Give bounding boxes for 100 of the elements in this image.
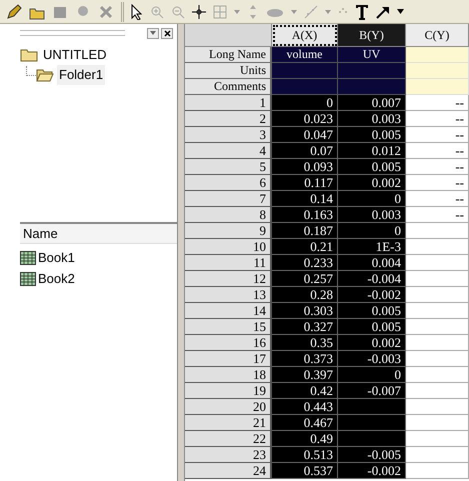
table-cell: [338, 431, 406, 447]
row-number: 16: [185, 335, 272, 351]
table-cell: [406, 351, 469, 367]
folder-icon: [36, 68, 54, 82]
row-number: 14: [185, 303, 272, 319]
table-cell: 0.005: [338, 159, 406, 175]
table-cell: 0.002: [338, 175, 406, 191]
crosshair-icon[interactable]: [192, 4, 206, 18]
row-number: 12: [185, 271, 272, 287]
row-number: 2: [185, 111, 272, 127]
arrow-tool-icon[interactable]: [376, 4, 390, 18]
table-cell: [406, 367, 469, 383]
table-cell: [338, 79, 406, 95]
zoom-out-icon[interactable]: [171, 4, 185, 18]
table-cell: 0.467: [272, 415, 338, 431]
table-cell: --: [406, 111, 469, 127]
table-cell: 0.002: [338, 335, 406, 351]
row-number: 11: [185, 255, 272, 271]
file-item[interactable]: Book2: [38, 268, 75, 288]
pointer-icon[interactable]: [131, 4, 143, 20]
table-cell: 0.233: [272, 255, 338, 271]
table-cell: 0.49: [272, 431, 338, 447]
table-cell: 0.513: [272, 447, 338, 463]
table-cell: 1E-3: [338, 239, 406, 255]
column-header[interactable]: A(X): [272, 24, 338, 47]
table-cell: [406, 271, 469, 287]
row-number: 7: [185, 191, 272, 207]
table-cell: --: [406, 159, 469, 175]
table-cell: 0.093: [272, 159, 338, 175]
row-label: Units: [185, 63, 272, 79]
table-cell: [272, 63, 338, 79]
table-cell: 0.257: [272, 271, 338, 287]
table-cell: --: [406, 127, 469, 143]
tree-item[interactable]: UNTITLED: [41, 45, 109, 65]
row-number: 20: [185, 399, 272, 415]
row-number: 10: [185, 239, 272, 255]
table-cell: [406, 335, 469, 351]
row-number: 8: [185, 207, 272, 223]
row-number: 17: [185, 351, 272, 367]
column-header[interactable]: C(Y): [406, 24, 469, 47]
table-cell: [338, 63, 406, 79]
table-cell: 0: [338, 191, 406, 207]
table-cell: 0.005: [338, 303, 406, 319]
column-header[interactable]: B(Y): [338, 24, 406, 47]
row-number: 1: [185, 95, 272, 111]
table-cell: 0.327: [272, 319, 338, 335]
row-number: 4: [185, 143, 272, 159]
row-number: 19: [185, 383, 272, 399]
table-cell: -0.005: [338, 447, 406, 463]
dropdown-button[interactable]: [147, 28, 159, 38]
row-number: 5: [185, 159, 272, 175]
table-cell: [406, 47, 469, 63]
row-number: 18: [185, 367, 272, 383]
row-number: 24: [185, 463, 272, 479]
row-number: 6: [185, 175, 272, 191]
row-number: 23: [185, 447, 272, 463]
table-cell: UV: [338, 47, 406, 63]
row-label: Long Name: [185, 47, 272, 63]
pencil-icon[interactable]: [6, 4, 22, 20]
table-cell: 0.187: [272, 223, 338, 239]
table-cell: 0.373: [272, 351, 338, 367]
row-number: 21: [185, 415, 272, 431]
text-tool-icon[interactable]: [355, 4, 369, 20]
dropdown-arrow-icon[interactable]: [397, 9, 404, 14]
table-cell: 0.42: [272, 383, 338, 399]
table-cell: 0: [338, 223, 406, 239]
column-header[interactable]: Name: [20, 224, 177, 244]
table-cell: 0.004: [338, 255, 406, 271]
table-cell: [272, 79, 338, 95]
tree-item[interactable]: Folder1: [57, 65, 106, 85]
table-cell: 0.163: [272, 207, 338, 223]
table-cell: 0: [338, 367, 406, 383]
row-number: 3: [185, 127, 272, 143]
close-button[interactable]: [161, 28, 173, 38]
row-number: 9: [185, 223, 272, 239]
table-cell: 0.117: [272, 175, 338, 191]
table-cell: 0.443: [272, 399, 338, 415]
table-cell: 0.28: [272, 287, 338, 303]
row-number: 22: [185, 431, 272, 447]
arrows-icon[interactable]: [247, 4, 259, 18]
table-cell: [406, 399, 469, 415]
table-cell: 0: [272, 95, 338, 111]
table-cell: [406, 303, 469, 319]
grid-icon[interactable]: [213, 4, 227, 18]
corner-cell[interactable]: [185, 24, 272, 47]
table-cell: -0.003: [338, 351, 406, 367]
table-cell: 0.14: [272, 191, 338, 207]
table-cell: 0.005: [338, 319, 406, 335]
table-cell: 0.012: [338, 143, 406, 159]
zoom-in-icon[interactable]: [150, 4, 164, 18]
table-cell: [338, 415, 406, 431]
scatter-icon[interactable]: [304, 4, 318, 18]
table-cell: 0.007: [338, 95, 406, 111]
table-cell: 0.537: [272, 463, 338, 479]
table-cell: -0.002: [338, 463, 406, 479]
file-item[interactable]: Book1: [38, 248, 75, 268]
table-cell: [406, 319, 469, 335]
table-cell: 0.07: [272, 143, 338, 159]
table-cell: 0.397: [272, 367, 338, 383]
table-cell: --: [406, 95, 469, 111]
